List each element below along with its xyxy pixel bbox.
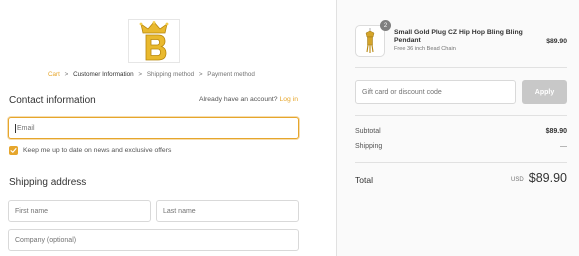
- product-variant: Free 36 inch Bead Chain: [394, 46, 456, 52]
- discount-code-input[interactable]: Gift card or discount code: [355, 80, 516, 104]
- shipping-label: Shipping: [355, 143, 383, 150]
- company-placeholder: Company (optional): [15, 236, 77, 244]
- breadcrumb-separator: >: [198, 71, 203, 78]
- account-prompt: Already have an account? Log in: [199, 96, 298, 103]
- summary-divider: [355, 162, 567, 163]
- summary-divider: [355, 67, 567, 68]
- breadcrumb-separator: >: [64, 71, 69, 78]
- account-prompt-text: Already have an account?: [198, 96, 278, 103]
- breadcrumb-payment-method: Payment method: [207, 71, 255, 78]
- apply-discount-button[interactable]: Apply: [522, 80, 567, 104]
- product-price: $89.90: [546, 38, 567, 45]
- newsletter-option[interactable]: Keep me up to date on news and exclusive…: [9, 146, 171, 155]
- subtotal-label: Subtotal: [355, 128, 381, 135]
- crown-b-logo-icon: [139, 21, 169, 61]
- order-line-item: 2 Small Gold Plug CZ Hip Hop Bling Bling…: [355, 20, 567, 59]
- contact-information-title: Contact information: [9, 95, 96, 106]
- first-name-placeholder: First name: [15, 207, 49, 215]
- subtotal-value: $89.90: [545, 128, 567, 135]
- shipping-address-title: Shipping address: [9, 177, 87, 188]
- first-name-field[interactable]: First name: [8, 200, 151, 222]
- company-field[interactable]: Company (optional): [8, 229, 299, 251]
- email-field[interactable]: Email: [8, 117, 299, 139]
- checkout-main-panel: Cart > Customer Information > Shipping m…: [0, 0, 336, 256]
- text-cursor: [15, 123, 16, 133]
- total-currency: USD: [511, 177, 524, 183]
- pendant-icon: [365, 28, 375, 53]
- breadcrumb-separator: >: [138, 71, 143, 78]
- product-name: Small Gold Plug CZ Hip Hop Bling Bling P…: [394, 29, 523, 44]
- breadcrumb-cart-link[interactable]: Cart: [48, 71, 60, 78]
- store-logo[interactable]: [128, 19, 180, 63]
- summary-divider: [355, 115, 567, 116]
- newsletter-checkbox[interactable]: [9, 146, 18, 155]
- newsletter-label: Keep me up to date on news and exclusive…: [23, 147, 172, 154]
- last-name-field[interactable]: Last name: [156, 200, 299, 222]
- quantity-badge: 2: [380, 20, 391, 31]
- login-link[interactable]: Log in: [279, 96, 298, 103]
- discount-code-placeholder: Gift card or discount code: [362, 88, 442, 96]
- check-icon: [10, 148, 17, 153]
- email-placeholder: Email: [17, 124, 35, 132]
- total-label: Total: [355, 175, 373, 185]
- shipping-row: Shipping —: [355, 143, 567, 150]
- total-value: $89.90: [528, 171, 567, 185]
- breadcrumb: Cart > Customer Information > Shipping m…: [48, 71, 255, 78]
- subtotal-row: Subtotal $89.90: [355, 128, 567, 135]
- breadcrumb-customer-information: Customer Information: [73, 71, 134, 78]
- last-name-placeholder: Last name: [163, 207, 196, 215]
- shipping-value: —: [560, 143, 567, 150]
- breadcrumb-shipping-method: Shipping method: [146, 71, 195, 78]
- product-thumbnail: [355, 25, 385, 57]
